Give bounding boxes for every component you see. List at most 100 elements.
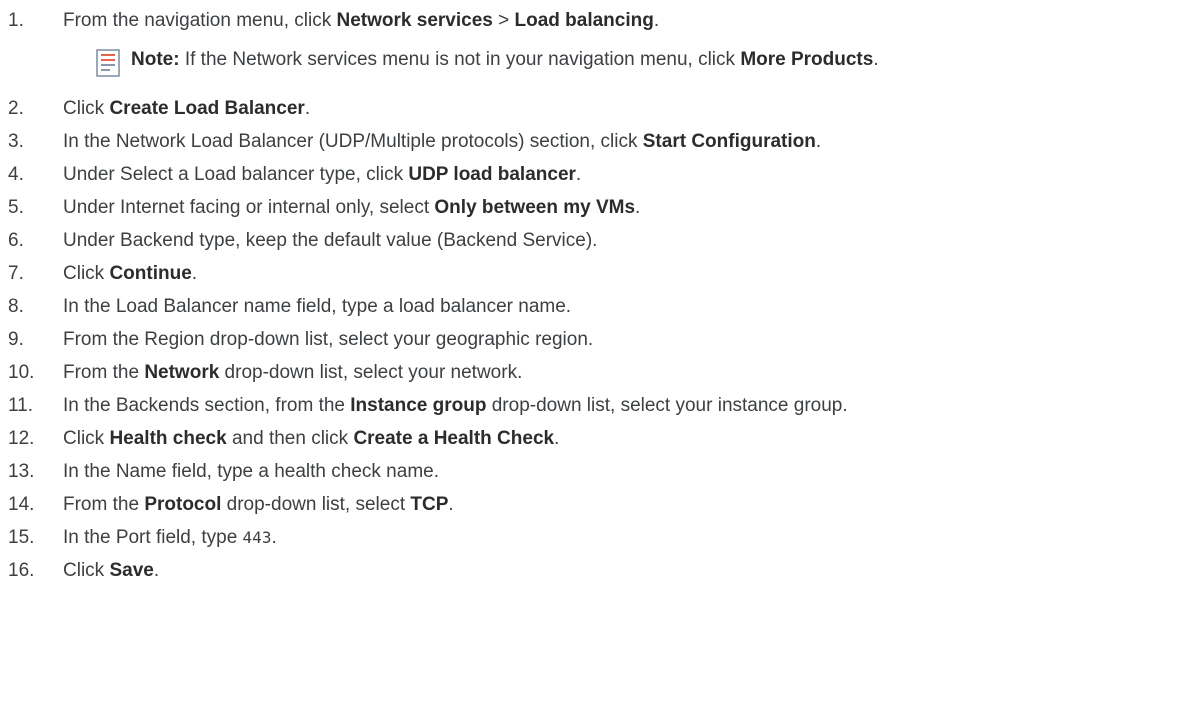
step-text: Click: [63, 98, 110, 119]
step-text: In the Network Load Balancer (UDP/Multip…: [63, 131, 643, 152]
ui-term: Continue: [109, 263, 192, 284]
step-text: Click: [63, 560, 110, 581]
step-body: In the Port field, type 443.: [63, 521, 277, 554]
ui-term: Create Load Balancer: [109, 98, 305, 119]
step-text: In the Name field, type a health check n…: [63, 461, 439, 482]
step-text: In the Port field, type: [63, 527, 243, 548]
step-item: 5. Under Internet facing or internal only…: [0, 191, 1198, 224]
step-item: 13. In the Name field, type a health chec…: [0, 455, 1198, 488]
step-body: From the Protocol drop-down list, select…: [63, 488, 454, 521]
step-body: From the Network drop-down list, select …: [63, 356, 522, 389]
step-text: and then click: [226, 428, 354, 449]
step-number: 10.: [8, 362, 35, 383]
step-text: drop-down list, select your network.: [219, 362, 523, 383]
step-item: 6. Under Backend type, keep the default v…: [0, 224, 1198, 257]
document-body: 1. From the navigation menu, click Networ…: [0, 0, 1198, 706]
ui-term: More Products: [740, 49, 874, 70]
step-text: From the: [63, 494, 145, 515]
step-text: Under Backend type, keep the default val…: [63, 230, 598, 251]
step-item: 1. From the navigation menu, click Networ…: [0, 4, 1198, 37]
step-body: Click Health check and then click Create…: [63, 422, 559, 455]
procedure-steps: 1. From the navigation menu, click Networ…: [0, 0, 1198, 587]
step-item: 8. In the Load Balancer name field, type …: [0, 290, 1198, 323]
ui-term: Load balancing: [514, 10, 654, 31]
code-value: 443: [242, 528, 272, 547]
step-text: .: [554, 428, 560, 449]
ui-term: TCP: [410, 494, 449, 515]
step-number: 11.: [8, 395, 34, 416]
step-number: 9.: [8, 329, 24, 350]
step-item: 16. Click Save.: [0, 554, 1198, 587]
step-text: .: [191, 263, 198, 284]
step-item: 15. In the Port field, type 443.: [0, 521, 1198, 554]
step-number: 7.: [8, 263, 24, 284]
step-text: .: [448, 494, 454, 515]
step-text: drop-down list, select your instance gro…: [486, 395, 848, 416]
step-item: 12. Click Health check and then click Cre…: [0, 422, 1198, 455]
step-number: 13.: [8, 461, 35, 482]
step-text: .: [575, 164, 582, 185]
step-text: .: [653, 10, 660, 31]
step-body: In the Name field, type a health check n…: [63, 455, 439, 488]
ui-term: UDP load balancer: [408, 164, 576, 185]
ui-term: Protocol: [144, 494, 222, 515]
ui-term: Network: [144, 362, 220, 383]
note-text: Note: If the Network services menu is no…: [131, 43, 879, 76]
step-number: 4.: [8, 164, 24, 185]
step-number: 2.: [8, 98, 24, 119]
note-icon: [96, 49, 120, 77]
step-text: Under Internet facing or internal only, …: [63, 197, 435, 218]
step-item: 2. Click Create Load Balancer.: [0, 92, 1198, 125]
ui-term: Instance group: [350, 395, 487, 416]
step-text: .: [153, 560, 160, 581]
step-number: 8.: [8, 296, 24, 317]
step-text: .: [873, 49, 879, 70]
step-text: .: [304, 98, 311, 119]
step-text: Under Select a Load balancer type, click: [63, 164, 409, 185]
step-item: 14. From the Protocol drop-down list, sel…: [0, 488, 1198, 521]
step-number: 16.: [8, 560, 35, 581]
step-body: Under Backend type, keep the default val…: [63, 224, 597, 257]
step-item: 7. Click Continue.: [0, 257, 1198, 290]
step-text: .: [271, 527, 277, 548]
ui-term: Start Configuration: [642, 131, 816, 152]
step-number: 14.: [8, 494, 35, 515]
step-body: In the Load Balancer name field, type a …: [63, 290, 571, 323]
step-text: In the Backends section, from the: [63, 395, 351, 416]
step-text: >: [492, 10, 515, 31]
step-number: 3.: [8, 131, 24, 152]
step-text: .: [635, 197, 641, 218]
step-text: From the navigation menu, click: [63, 10, 337, 31]
step-body: In the Backends section, from the Instan…: [63, 389, 848, 422]
ui-term: Save: [109, 560, 154, 581]
note-label: Note:: [131, 49, 180, 70]
step-text: Click: [63, 428, 110, 449]
note-callout: Note: If the Network services menu is no…: [0, 37, 1198, 92]
step-text: From the: [63, 362, 145, 383]
step-body: Click Save.: [63, 554, 159, 587]
ui-term: Only between my VMs: [434, 197, 636, 218]
step-body: Click Continue.: [63, 257, 197, 290]
step-body: Click Create Load Balancer.: [63, 92, 310, 125]
ui-term: Health check: [109, 428, 227, 449]
step-number: 1.: [8, 10, 24, 31]
step-item: 9. From the Region drop-down list, select…: [0, 323, 1198, 356]
step-text: From the Region drop-down list, select y…: [63, 329, 594, 350]
step-body: From the Region drop-down list, select y…: [63, 323, 593, 356]
step-text: In the Load Balancer name field, type a …: [63, 296, 572, 317]
step-text: drop-down list, select: [221, 494, 411, 515]
step-body: Under Select a Load balancer type, click…: [63, 158, 581, 191]
step-body: Under Internet facing or internal only, …: [63, 191, 640, 224]
step-item: 3. In the Network Load Balancer (UDP/Mult…: [0, 125, 1198, 158]
ui-term: Create a Health Check: [353, 428, 555, 449]
step-number: 12.: [8, 428, 35, 449]
step-item: 11. In the Backends section, from the Ins…: [0, 389, 1198, 422]
step-item: 4. Under Select a Load balancer type, cli…: [0, 158, 1198, 191]
step-number: 15.: [8, 527, 35, 548]
step-text: .: [815, 131, 822, 152]
step-body: From the navigation menu, click Network …: [63, 4, 659, 37]
step-text: If the Network services menu is not in y…: [179, 49, 741, 70]
step-body: In the Network Load Balancer (UDP/Multip…: [63, 125, 821, 158]
ui-term: Network services: [336, 10, 493, 31]
step-item: 10. From the Network drop-down list, sele…: [0, 356, 1198, 389]
